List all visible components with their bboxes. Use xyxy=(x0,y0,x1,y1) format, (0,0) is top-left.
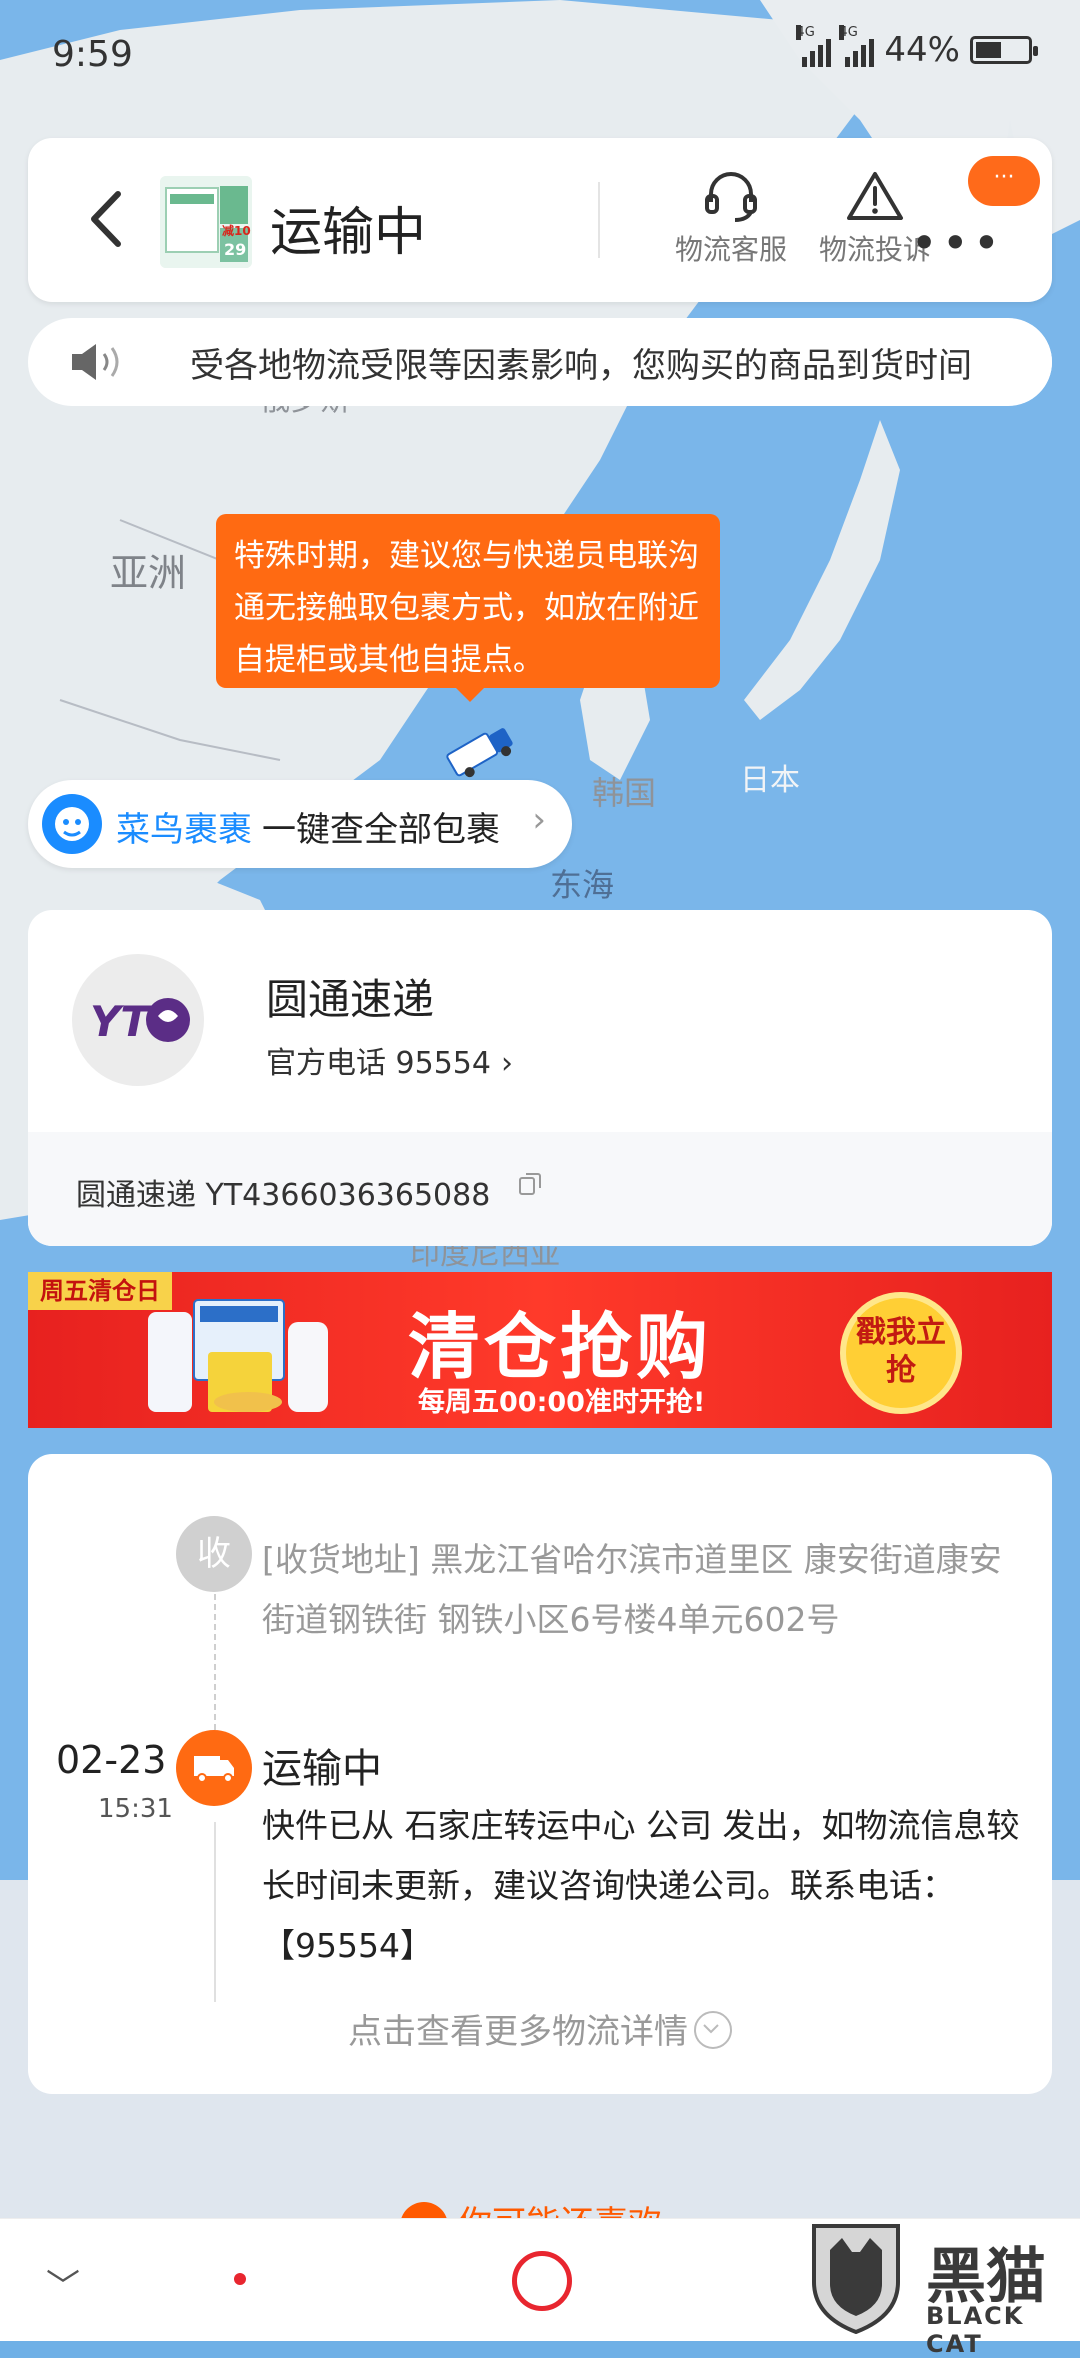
map-label-korea: 韩国 xyxy=(592,774,656,812)
cainiao-brand: 菜鸟裹裹 xyxy=(116,810,252,850)
header-card: 减10 29 运输中 物流客服 物流投诉 ··· ••• xyxy=(28,138,1052,302)
service-button[interactable]: 物流客服 xyxy=(666,168,796,268)
map-label-east-sea: 东海 xyxy=(550,866,614,904)
cainiao-logo-icon xyxy=(42,794,102,854)
map-label-japan: 日本 xyxy=(740,763,800,798)
notice-text: 受各地物流受限等因素影响，您购买的商品到货时间 xyxy=(190,346,972,386)
svg-text:YT: YT xyxy=(90,997,152,1046)
receive-icon: 收 xyxy=(176,1516,252,1592)
product-thumbnail[interactable]: 减10 29 xyxy=(160,176,252,268)
watermark-en: BLACK CAT xyxy=(926,2302,1025,2358)
status-bar: 9:59 4G 4G 44% xyxy=(0,0,1080,110)
notice-bar[interactable]: 受各地物流受限等因素影响，您购买的商品到货时间 xyxy=(28,318,1052,406)
cainiao-action: 一键查全部包裹 xyxy=(262,810,500,850)
collapse-chevron-icon[interactable]: ﹀ xyxy=(46,2259,80,2308)
transit-truck-icon xyxy=(176,1730,252,1806)
copy-icon[interactable] xyxy=(518,1172,542,1196)
delivery-address: [收货地址] 黑龙江省哈尔滨市道里区 康安街道康安街道钢铁街 钢铁小区6号楼4单… xyxy=(262,1540,1002,1639)
event-status: 运输中 xyxy=(262,1746,382,1792)
more-details-link[interactable]: 点击查看更多物流详情 xyxy=(28,2004,1052,2053)
more-icon[interactable]: ••• xyxy=(911,216,1004,270)
status-time: 9:59 xyxy=(52,34,133,75)
chevron-down-icon xyxy=(694,2010,732,2049)
battery-icon xyxy=(970,36,1038,64)
tracking-number: 圆通速递 YT4366036365088 xyxy=(76,1178,491,1213)
back-arrow-icon xyxy=(91,191,121,247)
thumb-badge-2: 减10 xyxy=(222,224,251,238)
courier-name: 圆通速递 xyxy=(266,975,435,1024)
truck-marker-icon[interactable] xyxy=(440,722,520,778)
courier-logo: YT xyxy=(72,954,204,1086)
back-button[interactable] xyxy=(80,184,140,254)
more-details-label: 点击查看更多物流详情 xyxy=(348,2012,688,2052)
event-description: 快件已从 石家庄转运中心 公司 发出，如物流信息较长时间未更新，建议咨询快递公司… xyxy=(262,1806,1020,1965)
blackcat-watermark: 黑猫 BLACK CAT xyxy=(808,2220,1080,2358)
cell-signal-icon: 4G xyxy=(796,25,832,67)
headset-icon xyxy=(705,172,757,222)
timeline-line xyxy=(214,1822,216,2002)
event-date: 02-23 xyxy=(56,1738,167,1782)
chevron-right-icon: › xyxy=(532,800,546,840)
status-icons: 4G 4G 44% xyxy=(796,25,1038,70)
banner-subline: 每周五00:00准时开抢! xyxy=(418,1387,706,1418)
banner-headline: 清仓抢购 xyxy=(408,1305,713,1389)
warning-icon xyxy=(847,172,903,220)
cainiao-bird-icon xyxy=(55,807,89,841)
banner-products-image xyxy=(148,1299,328,1412)
truck-icon xyxy=(194,1756,234,1783)
courier-phone-link[interactable]: 官方电话 95554 › xyxy=(266,1038,513,1082)
tip-bubble: 特殊时期，建议您与快递员电联沟通无接触取包裹方式，如放在附近自提柜或其他自提点。 xyxy=(216,514,720,702)
banner-cta-button[interactable]: 戳我立抢 xyxy=(846,1298,956,1408)
cainiao-link[interactable]: 菜鸟裹裹 一键查全部包裹 › xyxy=(28,780,572,868)
home-circle-icon[interactable] xyxy=(512,2251,572,2311)
chevron-down-svg xyxy=(703,2023,719,2033)
notice-fade xyxy=(972,318,1052,406)
cell-signal-icon-2: 4G xyxy=(839,25,875,67)
service-label: 物流客服 xyxy=(674,233,787,266)
map-label-asia: 亚洲 xyxy=(110,551,186,595)
logistics-timeline: 收 [收货地址] 黑龙江省哈尔滨市道里区 康安街道康安街道钢铁街 钢铁小区6号楼… xyxy=(28,1454,1052,2094)
speaker-icon xyxy=(72,344,119,380)
thumb-badge-1: 29 xyxy=(224,240,247,259)
courier-card: YT 圆通速递 官方电话 95554 › 圆通速递 YT4366036365088 xyxy=(28,910,1052,1246)
page-title: 运输中 xyxy=(270,203,427,263)
courier-phone: 官方电话 95554 xyxy=(266,1046,491,1081)
chevron-right-icon: › xyxy=(500,1046,513,1081)
header-divider xyxy=(598,182,600,258)
blackcat-shield-icon xyxy=(812,2224,900,2334)
yto-logo-icon: YT xyxy=(90,997,190,1046)
red-dot-icon[interactable] xyxy=(234,2273,246,2285)
event-time: 15:31 xyxy=(98,1794,173,1824)
tracking-row[interactable]: 圆通速递 YT4366036365088 xyxy=(28,1132,1052,1246)
battery-percent: 44% xyxy=(884,30,960,70)
promo-banner[interactable]: 周五清仓日 清仓抢购 每周五00:00准时开抢! 戳我立抢 xyxy=(28,1272,1052,1428)
more-menu-badge[interactable]: ··· xyxy=(968,156,1040,206)
